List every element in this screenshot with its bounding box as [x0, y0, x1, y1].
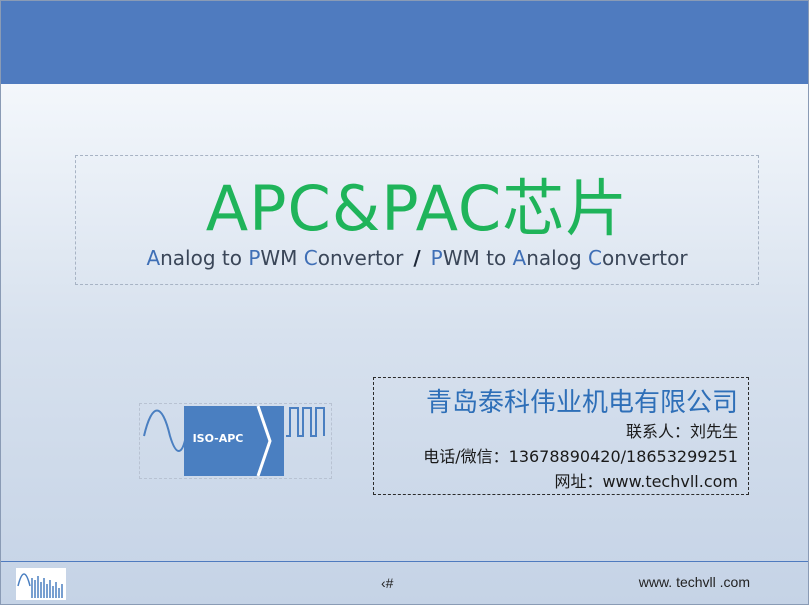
slide-subtitle: Analog to PWM Convertor / PWM to Analog Co… [76, 246, 758, 270]
iso-apc-logo-graphic: ISO-APC [143, 405, 325, 477]
sine-wave-icon [143, 409, 187, 452]
subtitle-word: PWM to [430, 246, 513, 270]
page-number: ‹# [381, 575, 394, 591]
contact-website: 网址：www.techvll.com [554, 472, 738, 491]
square-wave-icon [286, 407, 325, 437]
subtitle-word: PWM [248, 246, 304, 270]
footer-logo-icon [16, 568, 66, 600]
footer-divider [1, 561, 808, 562]
title-placeholder[interactable]: APC&PAC芯片 Analog to PWM Convertor / PWM to… [75, 155, 759, 285]
subtitle-word: Convertor [303, 246, 404, 270]
contact-phone: 电话/微信：13678890420/18653299251 [423, 447, 738, 466]
logo-label: ISO-APC [193, 432, 244, 445]
contact-person: 联系人：刘先生 [625, 422, 738, 441]
slide: APC&PAC芯片 Analog to PWM Convertor / PWM to… [0, 0, 809, 605]
iso-apc-logo[interactable]: ISO-APC [139, 403, 332, 479]
slide-title: APC&PAC芯片 [205, 172, 629, 245]
subtitle-word: Convertor [588, 246, 688, 270]
footer-website: www. techvll .com [638, 574, 750, 590]
header-band [1, 1, 808, 84]
contact-box[interactable]: 青岛泰科伟业机电有限公司 联系人：刘先生 电话/微信：13678890420/1… [373, 377, 749, 495]
subtitle-word: Analog [512, 246, 589, 270]
subtitle-word: Analog to [146, 246, 249, 270]
company-name: 青岛泰科伟业机电有限公司 [425, 388, 738, 418]
subtitle-separator: / [413, 246, 421, 270]
